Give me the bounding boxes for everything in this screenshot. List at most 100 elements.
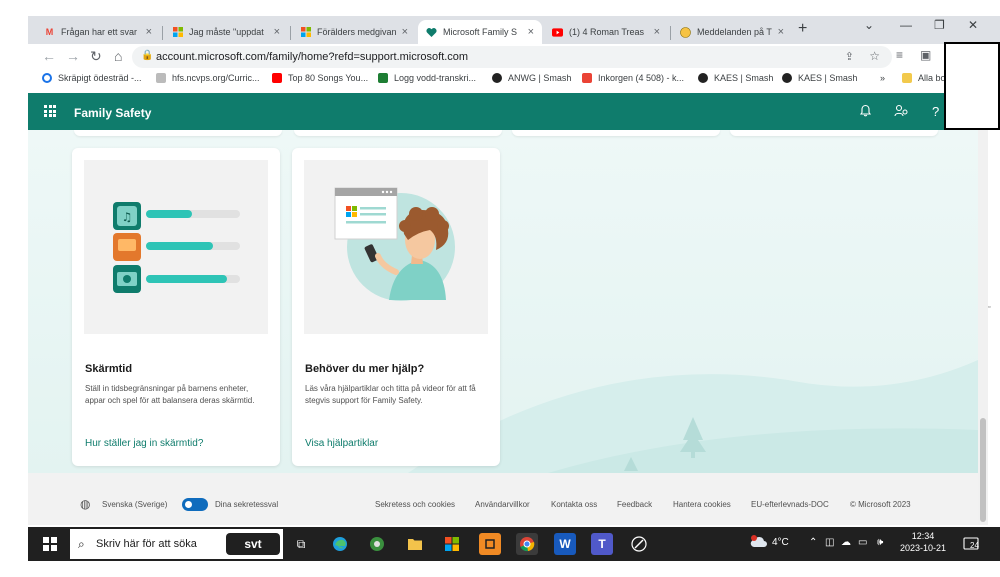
main-content: ♫ Skärmtid Ställ in tidsbegränsningar på…: [28, 130, 978, 473]
tab-label: Meddelanden på T: [697, 27, 772, 37]
bookmarks-bar: Skräpigt ödesträd -... hfs.ncvps.org/Cur…: [28, 69, 1000, 91]
close-icon[interactable]: ×: [146, 26, 152, 38]
bookmark-folder[interactable]: Alla bo: [902, 73, 946, 83]
card-description: Läs våra hjälpartiklar och titta på vide…: [305, 384, 476, 405]
search-placeholder: Skriv här för att söka: [96, 538, 197, 550]
volume-icon[interactable]: 🕪: [877, 537, 883, 548]
app-title[interactable]: Family Safety: [74, 106, 151, 120]
chevron-up-icon[interactable]: ⌃: [809, 537, 817, 548]
task-view-icon[interactable]: ⧉: [290, 533, 312, 555]
chrome-active-icon[interactable]: [516, 533, 538, 555]
tab-label: Förälders medgivan: [317, 27, 396, 37]
screen: M Frågan har ett svar × Jag måste "uppda…: [0, 0, 1000, 577]
bell-icon[interactable]: [859, 104, 872, 120]
edge-icon[interactable]: [329, 533, 351, 555]
footer-link-eu-doc[interactable]: EU-efterlevnads-DOC: [751, 500, 829, 509]
tab-label: (1) 4 Roman Treas: [569, 27, 645, 37]
card-description: Ställ in tidsbegränsningar på barnens en…: [85, 384, 255, 405]
reading-list-icon[interactable]: ≡: [896, 48, 903, 62]
reload-icon[interactable]: ↻: [90, 48, 102, 65]
tab-label: Jag måste "uppdat: [189, 27, 264, 37]
windows-start-icon[interactable]: [43, 537, 57, 551]
weather-temperature[interactable]: 4°C: [772, 537, 789, 548]
microsoft-icon: [300, 27, 311, 38]
gadget-icon[interactable]: [628, 533, 650, 555]
tab-divider: [670, 26, 671, 40]
chrome-app-icon[interactable]: [366, 533, 388, 555]
bookmark-item[interactable]: hfs.ncvps.org/Curric...: [156, 73, 260, 83]
new-tab-button[interactable]: +: [798, 20, 807, 38]
screen-time-illustration: ♫: [84, 160, 268, 334]
privacy-choices-link[interactable]: Dina sekretessval: [215, 500, 278, 509]
teams-icon[interactable]: T: [591, 533, 613, 555]
account-settings-icon[interactable]: [894, 104, 908, 120]
notification-count: 24: [970, 541, 979, 550]
tab-youtube[interactable]: (1) 4 Roman Treas ×: [544, 20, 668, 44]
app-launcher-icon[interactable]: [44, 105, 56, 117]
screen-time-help-link[interactable]: Hur ställer jag in skärmtid?: [85, 438, 203, 449]
smiley-icon: [680, 26, 691, 38]
privacy-choices-icon[interactable]: [182, 498, 208, 511]
back-icon[interactable]: ←: [42, 48, 56, 64]
share-icon[interactable]: ⇪: [845, 50, 854, 63]
bookmark-item[interactable]: ANWG | Smash: [492, 73, 571, 83]
tab-search-icon[interactable]: ⌄: [864, 18, 874, 32]
search-icon: ⌕: [78, 537, 85, 551]
help-articles-link[interactable]: Visa hjälpartiklar: [305, 438, 378, 449]
sheets-icon: [378, 73, 388, 83]
footer-link-cookies[interactable]: Hantera cookies: [673, 500, 731, 509]
language-selector[interactable]: Svenska (Sverige): [102, 500, 167, 509]
youtube-icon: [272, 73, 282, 83]
copyright: © Microsoft 2023: [850, 500, 911, 509]
search-highlight-badge[interactable]: svt: [226, 533, 280, 555]
card-title: Skärmtid: [85, 363, 133, 375]
tab-microsoft-2[interactable]: Förälders medgivan ×: [292, 20, 416, 44]
help-card: Behöver du mer hjälp? Läs våra hjälparti…: [292, 148, 500, 466]
bookmark-item[interactable]: KAES | Smash: [782, 73, 857, 83]
network-icon[interactable]: ▭: [858, 537, 867, 548]
youtube-icon: [552, 27, 563, 38]
close-window-button[interactable]: ✕: [968, 18, 978, 32]
tab-gmail[interactable]: M Frågan har ett svar ×: [36, 20, 160, 44]
gmail-icon: [582, 73, 592, 83]
footer-link-contact[interactable]: Kontakta oss: [551, 500, 597, 509]
file-explorer-icon[interactable]: [404, 533, 426, 555]
footer-link-privacy[interactable]: Sekretess och cookies: [375, 500, 455, 509]
taskbar-search-box[interactable]: ⌕ Skriv här för att söka svt: [70, 529, 283, 559]
weather-icon[interactable]: [750, 535, 768, 552]
forward-icon[interactable]: →: [66, 48, 80, 64]
footer-link-feedback[interactable]: Feedback: [617, 500, 652, 509]
close-icon[interactable]: ×: [402, 26, 408, 38]
office-app-icon[interactable]: [479, 533, 501, 555]
tab-messages[interactable]: Meddelanden på T ×: [672, 20, 792, 44]
onedrive-icon[interactable]: ☁: [841, 537, 851, 548]
browser-tab-bar: M Frågan har ett svar × Jag måste "uppda…: [28, 16, 1000, 44]
bookmark-item[interactable]: Top 80 Songs You...: [272, 73, 368, 83]
home-icon[interactable]: ⌂: [114, 48, 122, 64]
address-bar[interactable]: 🔒 account.microsoft.com/family/home?refd…: [132, 46, 892, 68]
bookmark-item[interactable]: KAES | Smash: [698, 73, 773, 83]
scrollbar-thumb[interactable]: [980, 418, 986, 522]
star-icon[interactable]: ☆: [869, 49, 880, 63]
notification-center-icon[interactable]: 24: [962, 535, 980, 553]
close-icon[interactable]: ×: [778, 26, 784, 38]
bookmark-item[interactable]: Logg vodd-transkri...: [378, 73, 476, 83]
close-icon[interactable]: ×: [274, 26, 280, 38]
bookmark-item[interactable]: Inkorgen (4 508) - k...: [582, 73, 684, 83]
tab-family-safety[interactable]: Microsoft Family S ×: [418, 20, 542, 44]
microsoft-store-icon[interactable]: [441, 533, 463, 555]
close-icon[interactable]: ×: [654, 26, 660, 38]
side-panel-icon[interactable]: ▣: [920, 48, 931, 62]
help-icon[interactable]: ?: [932, 104, 939, 119]
bookmark-item[interactable]: Skräpigt ödesträd -...: [42, 73, 142, 83]
minimize-button[interactable]: —: [900, 18, 912, 32]
close-icon[interactable]: ×: [528, 26, 534, 38]
footer-link-terms[interactable]: Användarvillkor: [475, 500, 530, 509]
more-bookmarks-button[interactable]: »: [880, 73, 885, 83]
tray-app-icon[interactable]: ◫: [825, 537, 834, 548]
restore-button[interactable]: ❐: [934, 18, 945, 32]
taskbar-clock[interactable]: 12:34 2023-10-21: [900, 530, 946, 554]
tab-microsoft-1[interactable]: Jag måste "uppdat ×: [164, 20, 288, 44]
word-icon[interactable]: W: [554, 533, 576, 555]
smash-icon: [492, 73, 502, 83]
